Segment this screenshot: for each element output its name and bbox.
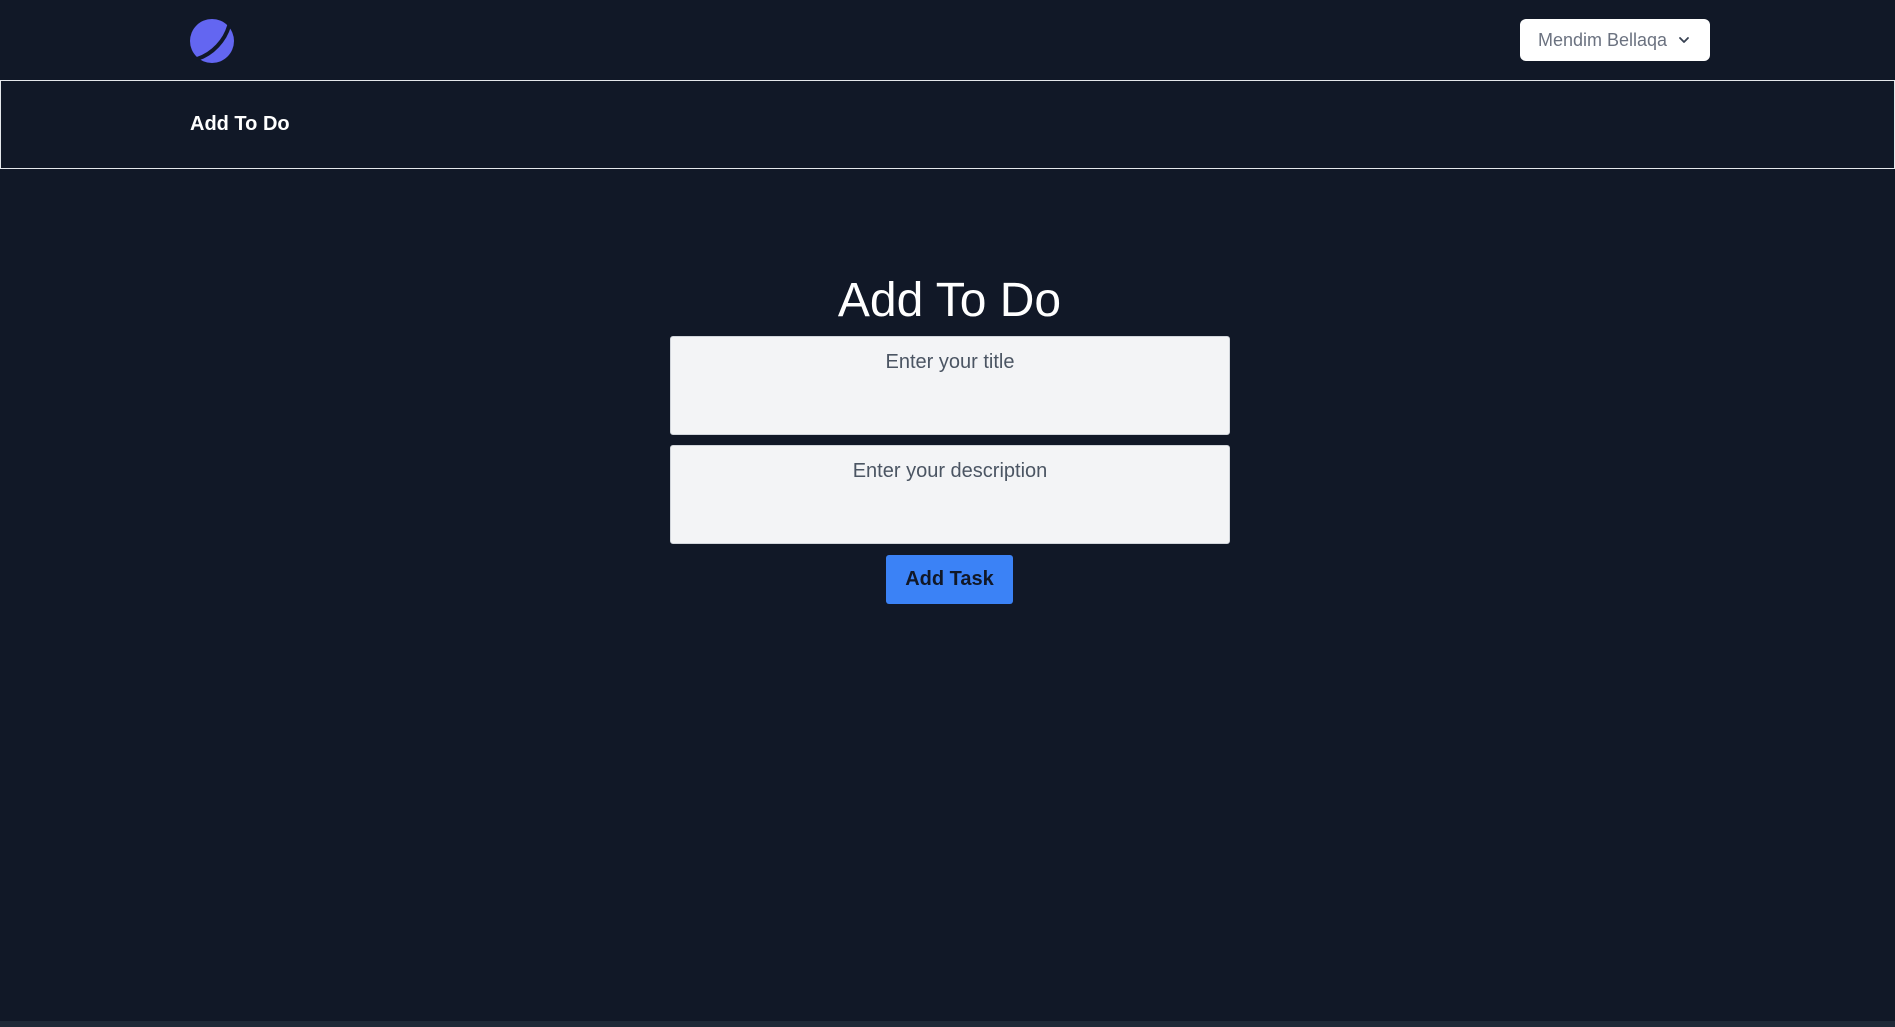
page-header-title: Add To Do xyxy=(190,113,290,135)
chevron-down-icon xyxy=(1679,37,1689,43)
add-task-button[interactable]: Add Task xyxy=(886,555,1013,604)
title-input[interactable] xyxy=(670,336,1230,435)
user-name-label: Mendim Bellaqa xyxy=(1538,29,1668,50)
page-header: Add To Do xyxy=(0,80,1895,169)
user-menu-button[interactable]: Mendim Bellaqa xyxy=(1520,19,1710,61)
description-input[interactable] xyxy=(670,445,1230,544)
form-heading: Add To Do xyxy=(837,274,1062,327)
bottom-edge-divider xyxy=(0,1021,1895,1027)
planet-logo-icon[interactable] xyxy=(189,18,235,64)
top-navbar: Mendim Bellaqa xyxy=(0,0,1895,81)
